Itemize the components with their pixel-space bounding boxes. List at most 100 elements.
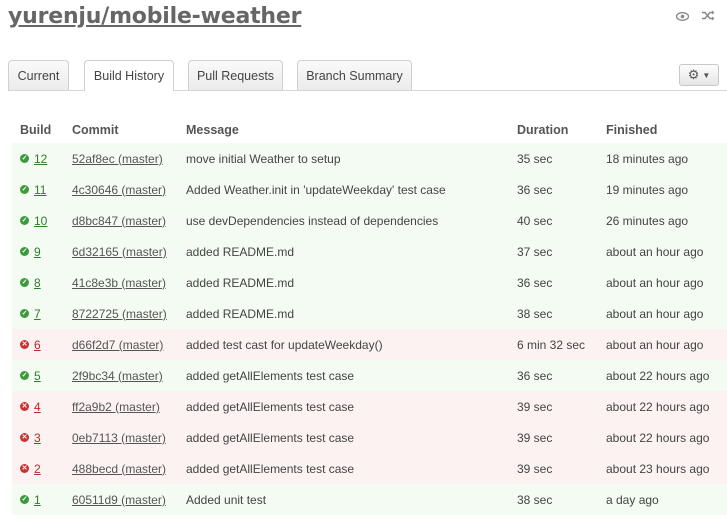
message-cell: use devDependencies instead of dependenc… [178, 205, 509, 236]
x-icon: ✕ [20, 339, 29, 349]
check-icon: ✓ [20, 153, 29, 163]
build-number-link[interactable]: 9 [34, 245, 41, 259]
build-cell: ✓ 8 [12, 267, 64, 298]
header-icons [675, 10, 715, 24]
finished-cell: about 22 hours ago [598, 422, 727, 453]
duration-cell: 36 sec [509, 267, 598, 298]
x-icon: ✕ [20, 463, 29, 473]
commit-link[interactable]: 8722725 (master) [72, 307, 167, 321]
commit-cell: 488becd (master) [64, 453, 178, 484]
check-icon: ✓ [20, 494, 29, 504]
build-number-link[interactable]: 11 [34, 183, 46, 197]
chevron-down-icon: ▼ [702, 70, 711, 80]
commit-cell: ff2a9b2 (master) [64, 391, 178, 422]
build-number-link[interactable]: 7 [34, 307, 41, 321]
table-row: ✓ 11 4c30646 (master) Added Weather.init in… [12, 174, 727, 205]
x-icon: ✕ [20, 432, 29, 442]
finished-cell: about an hour ago [598, 236, 727, 267]
duration-cell: 35 sec [509, 143, 598, 174]
eye-icon[interactable] [675, 10, 689, 24]
message-cell: added getAllElements test case [178, 453, 509, 484]
header-build: Build [20, 123, 52, 137]
build-cell: ✓ 12 [12, 143, 64, 174]
build-history-table: Build Commit Message Duration Finished ✓… [12, 117, 727, 515]
table-row: ✓ 12 52af8ec (master) move initial Weather … [12, 143, 727, 174]
duration-cell: 6 min 32 sec [509, 329, 598, 360]
commit-link[interactable]: 52af8ec (master) [72, 152, 163, 166]
check-icon: ✓ [20, 277, 29, 287]
finished-cell: about an hour ago [598, 329, 727, 360]
table-row: ✕ 2 488becd (master) added getAllElements t… [12, 453, 727, 484]
duration-cell: 38 sec [509, 484, 598, 515]
duration-cell: 36 sec [509, 360, 598, 391]
check-icon: ✓ [20, 184, 29, 194]
message-cell: added README.md [178, 236, 509, 267]
header-finished: Finished [606, 123, 658, 137]
finished-cell: about 22 hours ago [598, 360, 727, 391]
build-number-link[interactable]: 3 [34, 431, 41, 445]
tab-pull-requests[interactable]: Pull Requests [188, 60, 283, 90]
build-number-link[interactable]: 10 [34, 214, 47, 228]
duration-cell: 39 sec [509, 422, 598, 453]
build-number-link[interactable]: 4 [34, 400, 41, 414]
build-cell: ✓ 9 [12, 236, 64, 267]
message-cell: added getAllElements test case [178, 422, 509, 453]
table-row: ✓ 7 8722725 (master) added README.md 38 sec a… [12, 298, 727, 329]
commit-cell: 0eb7113 (master) [64, 422, 178, 453]
commit-link[interactable]: 60511d9 (master) [72, 493, 166, 507]
check-icon: ✓ [20, 215, 29, 225]
commit-cell: 4c30646 (master) [64, 174, 178, 205]
table-row: ✕ 3 0eb7113 (master) added getAllElements t… [12, 422, 727, 453]
build-number-link[interactable]: 1 [34, 493, 41, 507]
commit-link[interactable]: 4c30646 (master) [72, 183, 166, 197]
commit-link[interactable]: d66f2d7 (master) [72, 338, 163, 352]
settings-button[interactable]: ⚙ ▼ [679, 64, 719, 86]
commit-link[interactable]: 6d32165 (master) [72, 245, 167, 259]
build-cell: ✕ 2 [12, 453, 64, 484]
commit-link[interactable]: 2f9bc34 (master) [72, 369, 163, 383]
commit-cell: 6d32165 (master) [64, 236, 178, 267]
commit-cell: d66f2d7 (master) [64, 329, 178, 360]
commit-link[interactable]: 488becd (master) [72, 462, 166, 476]
commit-cell: 60511d9 (master) [64, 484, 178, 515]
commit-cell: 52af8ec (master) [64, 143, 178, 174]
duration-cell: 36 sec [509, 174, 598, 205]
commit-link[interactable]: 41c8e3b (master) [72, 276, 166, 290]
tab-current[interactable]: Current [8, 60, 69, 90]
duration-cell: 40 sec [509, 205, 598, 236]
header-commit: Commit [72, 123, 119, 137]
table-row: ✓ 5 2f9bc34 (master) added getAllElements t… [12, 360, 727, 391]
build-cell: ✕ 6 [12, 329, 64, 360]
check-icon: ✓ [20, 370, 29, 380]
repo-title[interactable]: yurenju/mobile-weather [8, 4, 301, 29]
finished-cell: 26 minutes ago [598, 205, 727, 236]
commit-link[interactable]: ff2a9b2 (master) [72, 400, 160, 414]
build-cell: ✓ 7 [12, 298, 64, 329]
commit-cell: 2f9bc34 (master) [64, 360, 178, 391]
finished-cell: 18 minutes ago [598, 143, 727, 174]
table-row: ✓ 9 6d32165 (master) added README.md 37 sec a… [12, 236, 727, 267]
shuffle-icon[interactable] [701, 10, 715, 24]
tab-branch-summary[interactable]: Branch Summary [297, 60, 412, 90]
table-row: ✓ 8 41c8e3b (master) added README.md 36 sec a… [12, 267, 727, 298]
build-number-link[interactable]: 5 [34, 369, 41, 383]
gear-icon: ⚙ [687, 67, 700, 82]
build-cell: ✓ 10 [12, 205, 64, 236]
message-cell: Added Weather.init in 'updateWeekday' te… [178, 174, 509, 205]
build-number-link[interactable]: 6 [34, 338, 41, 352]
finished-cell: about 23 hours ago [598, 453, 727, 484]
table-row: ✓ 1 60511d9 (master) Added unit test 38 sec a… [12, 484, 727, 515]
build-number-link[interactable]: 12 [34, 152, 47, 166]
build-cell: ✓ 5 [12, 360, 64, 391]
duration-cell: 38 sec [509, 298, 598, 329]
finished-cell: about 22 hours ago [598, 391, 727, 422]
build-number-link[interactable]: 2 [34, 462, 41, 476]
tab-build-history[interactable]: Build History [84, 60, 174, 91]
build-number-link[interactable]: 8 [34, 276, 41, 290]
commit-link[interactable]: 0eb7113 (master) [72, 431, 166, 445]
commit-link[interactable]: d8bc847 (master) [72, 214, 166, 228]
table-row: ✕ 6 d66f2d7 (master) added test cast for up… [12, 329, 727, 360]
message-cell: added getAllElements test case [178, 360, 509, 391]
table-row: ✓ 10 d8bc847 (master) use devDependencies i… [12, 205, 727, 236]
build-cell: ✓ 11 [12, 174, 64, 205]
